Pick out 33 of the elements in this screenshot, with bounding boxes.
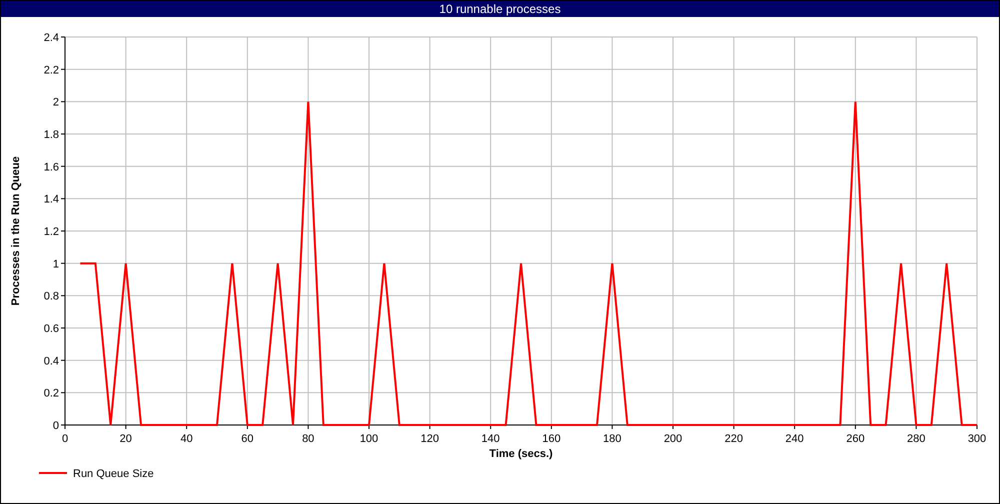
axis-tick-label: 280	[907, 433, 926, 445]
axis-tick-label: 2	[52, 96, 59, 109]
axis-tick-label: 0	[52, 420, 59, 432]
axis-tick-label: 2.4	[44, 32, 59, 44]
axis-tick-label: 0.2	[44, 388, 59, 400]
axis-tick-label: 1.6	[44, 161, 59, 174]
axis-tick-label: 1.8	[44, 129, 59, 141]
axis-tick-label: 1.4	[44, 194, 59, 206]
y-axis-title: Processes in the Run Queue	[10, 156, 22, 306]
axis-tick-label: 80	[302, 433, 314, 445]
legend-label: Run Queue Size	[73, 468, 154, 480]
axis-tick-label: 300	[968, 433, 986, 445]
axis-tick-label: 260	[846, 433, 865, 445]
axis-tick-label: 60	[241, 433, 254, 445]
axis-tick-label: 40	[180, 433, 193, 445]
axis-tick-label: 240	[785, 433, 804, 445]
axis-tick-label: 20	[120, 433, 132, 445]
axis-tick-label: 100	[360, 433, 378, 445]
axis-tick-label: 2.2	[44, 64, 59, 76]
axis-tick-label: 0.6	[44, 323, 59, 335]
axis-tick-label: 200	[664, 433, 682, 445]
axis-tick-label: 160	[542, 433, 561, 445]
axis-tick-label: 120	[420, 433, 439, 445]
axis-tick-label: 0.4	[44, 355, 59, 368]
axis-tick-label: 1	[52, 258, 59, 270]
axis-tick-label: 0	[62, 433, 68, 445]
axis-tick-label: 1.2	[44, 226, 59, 238]
axis-tick-label: 140	[481, 433, 500, 445]
x-axis-title: Time (secs.)	[489, 448, 553, 460]
axis-tick-label: 180	[603, 433, 622, 445]
axis-tick-label: 0.8	[44, 290, 59, 303]
chart-title: 10 runnable processes	[1, 1, 999, 17]
axis-tick-label: 220	[724, 433, 743, 445]
